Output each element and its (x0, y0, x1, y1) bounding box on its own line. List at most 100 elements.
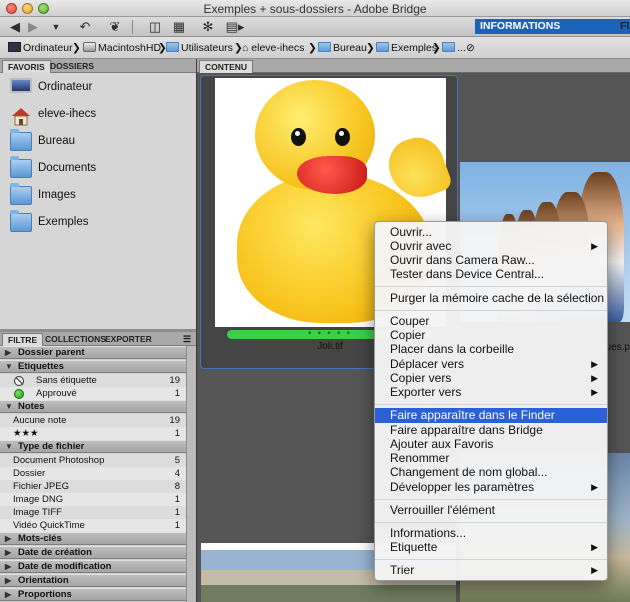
filter-row[interactable]: Sans étiquette 19 (0, 374, 186, 387)
return-to-photoshop-icon[interactable]: ❦ (108, 19, 122, 35)
filter-section-filetype[interactable]: ▼ Type de fichier (0, 440, 186, 453)
favorite-label: Ordinateur (38, 81, 93, 93)
submenu-arrow-icon: ▶ (591, 387, 598, 397)
filter-section-modified[interactable]: ▶ Date de modification (0, 560, 186, 573)
crumb-eleve-ihecs[interactable]: ⌂ eleve-ihecs (242, 41, 304, 55)
menu-item-batch-rename[interactable]: Changement de nom global... (375, 465, 607, 480)
menu-item-reveal-in-finder[interactable]: Faire apparaître dans le Finder (375, 408, 607, 423)
menu-item-ouvrir[interactable]: Ouvrir... (375, 225, 607, 240)
submenu-arrow-icon: ▶ (591, 542, 598, 552)
crumb-bureau[interactable]: Bureau (318, 41, 367, 55)
collapse-arrow-icon: ▼ (5, 362, 13, 371)
menu-item-corbeille[interactable]: Placer dans la corbeille (375, 342, 607, 357)
collapse-arrow-icon: ▼ (5, 442, 13, 451)
folder-icon (376, 42, 389, 52)
favorite-eleve-ihecs[interactable]: eleve-ihecs (0, 101, 196, 128)
favorite-images[interactable]: Images (0, 182, 196, 209)
recent-dropdown-icon[interactable]: ▼ (50, 19, 62, 35)
collapse-arrow-icon: ▼ (5, 402, 13, 411)
filter-row[interactable]: Dossier 4 (0, 467, 186, 480)
crumb-exemples[interactable]: Exemples (376, 41, 437, 55)
filter-row[interactable]: Approuvé 1 (0, 387, 186, 400)
filter-row[interactable]: Image TIFF 1 (0, 506, 186, 519)
filter-row[interactable]: Aucune note 19 (0, 414, 186, 427)
favorite-documents[interactable]: Documents (0, 155, 196, 182)
context-menu: Ouvrir... Ouvrir avec ▶ Ouvrir dans Camer… (374, 221, 608, 581)
crumb-more[interactable]: ... (442, 41, 466, 55)
filter-scrollbar[interactable] (186, 346, 196, 602)
favorite-label: Documents (38, 162, 97, 174)
expand-arrow-icon: ▶ (5, 590, 12, 599)
menu-item-exporter-vers[interactable]: Exporter vers ▶ (375, 385, 607, 400)
filter-section-labels[interactable]: ▼ Etiquettes (0, 360, 186, 373)
expand-arrow-icon: ▶ (5, 548, 12, 557)
filter-section-created[interactable]: ▶ Date de création (0, 546, 186, 559)
path-bar: Ordinateur ❯ MacintoshHD ❯ Utilisateurs … (0, 37, 630, 59)
menu-separator (375, 286, 607, 287)
filter-row[interactable]: Image DNG 1 (0, 493, 186, 506)
tab-contenu[interactable]: CONTENU (199, 60, 254, 73)
menu-item-etiquette[interactable]: Etiquette ▶ (375, 540, 607, 555)
filter-row[interactable]: Fichier JPEG 8 (0, 480, 186, 493)
open-in-camera-raw-icon[interactable]: ✻ (200, 19, 216, 35)
favorite-exemples[interactable]: Exemples (0, 209, 196, 236)
disk-icon (83, 42, 96, 52)
favorite-bureau[interactable]: Bureau (0, 128, 196, 155)
menu-separator (375, 404, 607, 405)
favorite-label: eleve-ihecs (38, 108, 97, 120)
menu-item-ouvrir-camera-raw[interactable]: Ouvrir dans Camera Raw... (375, 253, 607, 268)
menu-item-reveal-in-bridge[interactable]: Faire apparaître dans Bridge (375, 423, 607, 438)
crumb-macintoshhd[interactable]: MacintoshHD (83, 41, 161, 55)
filter-section-parent[interactable]: ▶ Dossier parent (0, 346, 186, 359)
menu-item-copier-vers[interactable]: Copier vers ▶ (375, 371, 607, 386)
crumb-utilisateurs[interactable]: Utilisateurs (166, 41, 233, 55)
no-entry-icon[interactable]: ⊘ (466, 41, 475, 55)
filter-row[interactable]: ★★★ 1 (0, 427, 186, 440)
back-icon[interactable]: ◀ (8, 19, 22, 35)
title-bar: Exemples + sous-dossiers - Adobe Bridge (0, 0, 630, 17)
menu-item-ouvrir-avec[interactable]: Ouvrir avec ▶ (375, 239, 607, 254)
menu-item-rename[interactable]: Renommer (375, 451, 607, 466)
filter-section-orientation[interactable]: ▶ Orientation (0, 574, 186, 587)
menu-item-trier[interactable]: Trier ▶ (375, 563, 607, 578)
folder-icon (10, 183, 32, 205)
menu-item-tester-device-central[interactable]: Tester dans Device Central... (375, 267, 607, 282)
workspace-next-button[interactable]: FIL (620, 20, 630, 32)
tab-exporter[interactable]: EXPORTER (100, 333, 157, 346)
menu-separator (375, 559, 607, 560)
workspace-essentials-button[interactable]: INFORMATIONS ESSENTIELLES (475, 19, 630, 47)
expand-arrow-icon: ▶ (5, 348, 12, 357)
tab-filtre[interactable]: FILTRE (2, 333, 44, 346)
filter-row[interactable]: Vidéo QuickTime 1 (0, 519, 186, 532)
menu-item-lock[interactable]: Verrouiller l'élément (375, 503, 607, 518)
filter-row[interactable]: Document Photoshop 5 (0, 454, 186, 467)
computer-icon (10, 78, 32, 93)
menu-item-copier[interactable]: Copier (375, 328, 607, 343)
menu-item-add-to-favorites[interactable]: Ajouter aux Favoris (375, 437, 607, 452)
tab-favoris[interactable]: FAVORIS (2, 60, 51, 73)
refine-icon[interactable]: ▦ (170, 19, 188, 35)
forward-icon[interactable]: ▶ (26, 19, 40, 35)
expand-arrow-icon: ▶ (5, 562, 12, 571)
panel-menu-icon[interactable]: ☰ (178, 333, 196, 346)
output-icon[interactable]: ▤▸ (224, 19, 246, 35)
duck-eye (335, 128, 350, 146)
menu-item-deplacer-vers[interactable]: Déplacer vers ▶ (375, 357, 607, 372)
filter-section-keywords[interactable]: ▶ Mots-clés (0, 532, 186, 545)
filter-section-ratings[interactable]: ▼ Notes (0, 400, 186, 413)
get-photos-icon[interactable]: ◫ (146, 19, 164, 35)
favorite-ordinateur[interactable]: Ordinateur (0, 74, 196, 101)
menu-item-purger-cache[interactable]: Purger la mémoire cache de la sélection (375, 291, 607, 306)
submenu-arrow-icon: ▶ (591, 373, 598, 383)
home-icon (10, 105, 32, 126)
filter-tab-row: FILTRE COLLECTIONS EXPORTER ☰ (0, 332, 196, 346)
menu-item-develop-settings[interactable]: Développer les paramètres ▶ (375, 480, 607, 495)
tab-dossiers[interactable]: DOSSIERS (45, 60, 99, 73)
computer-icon (8, 42, 21, 52)
filter-section-proportions[interactable]: ▶ Proportions (0, 588, 186, 601)
rotate-left-icon[interactable]: ↶ (76, 19, 94, 35)
menu-item-couper[interactable]: Couper (375, 314, 607, 329)
menu-item-informations[interactable]: Informations... (375, 526, 607, 541)
duck-eye (291, 128, 306, 146)
crumb-ordinateur[interactable]: Ordinateur (8, 41, 73, 55)
